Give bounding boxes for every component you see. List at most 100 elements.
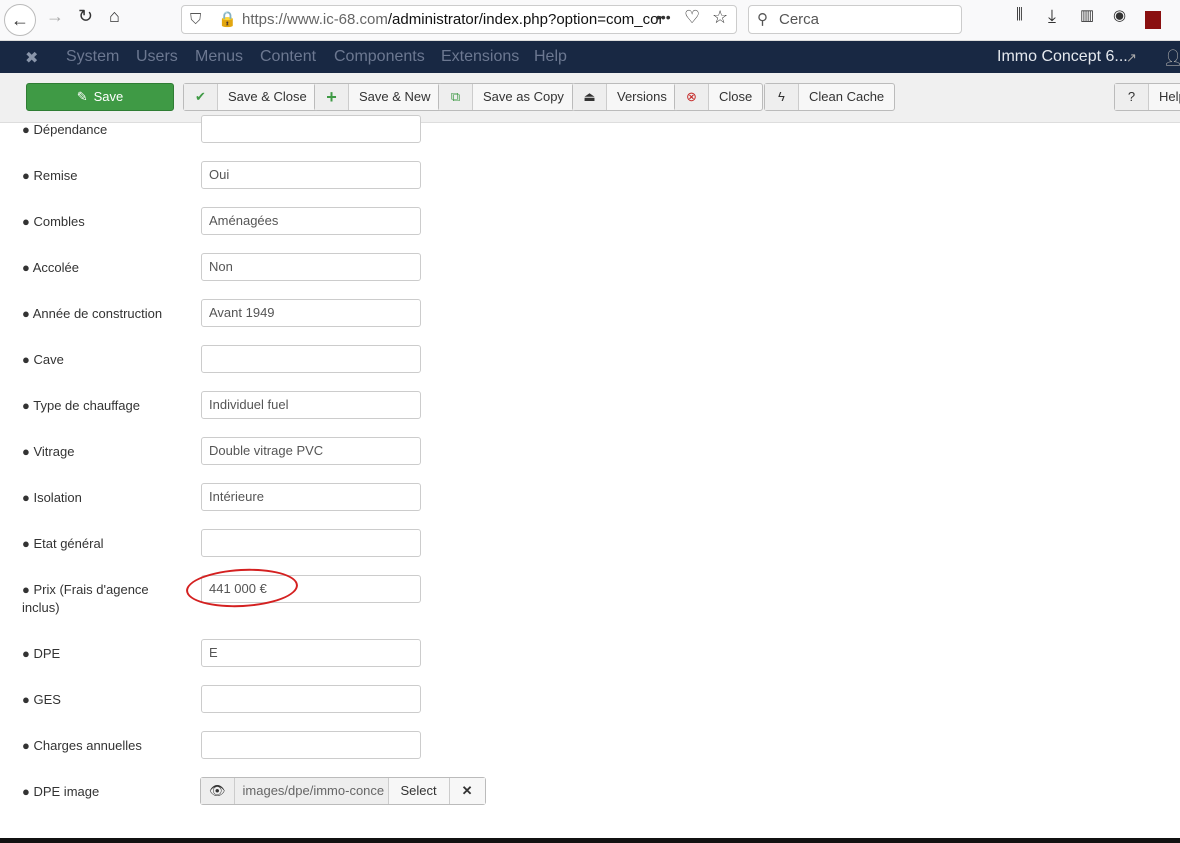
versions-button[interactable]: ⏏ Versions [572, 83, 678, 111]
field-input[interactable] [201, 731, 421, 759]
field-label-text: Année de construction [32, 306, 163, 321]
shield-icon: ⛉ [190, 11, 202, 28]
menu-help[interactable]: Help [534, 48, 567, 66]
field-label: ● Vitrage [22, 444, 75, 459]
field-label: ● Combles [22, 214, 85, 229]
save-close-button[interactable]: ✔ Save & Close [183, 83, 318, 111]
toolbar: ✎ Save ✔ Save & Close + Save & New ⧉ Save as… [0, 73, 1180, 123]
field-input[interactable]: Oui [201, 161, 421, 189]
field-label: ● Accolée [22, 260, 79, 275]
field-input[interactable]: Avant 1949 [201, 299, 421, 327]
account-icon[interactable]: ◉ [1113, 6, 1126, 24]
pocket-icon[interactable]: ♡ [684, 7, 700, 28]
save-new-button[interactable]: + Save & New [314, 83, 442, 111]
lightning-icon: ϟ [765, 84, 799, 110]
field-label-text: Combles [33, 214, 85, 229]
field-label: ● Cave [22, 352, 64, 367]
menu-users[interactable]: Users [136, 48, 178, 66]
field-label: ● Type de chauffage [22, 398, 140, 413]
url-host: https://www.ic-68.com [242, 11, 388, 28]
dpe-image-media-field: 👁︎ images/dpe/immo-conce Select ✕ [200, 777, 486, 805]
user-icon[interactable]: 👤︎ [1163, 48, 1180, 68]
field-label-text: Accolée [32, 260, 79, 275]
field-input[interactable] [201, 529, 421, 557]
save-button[interactable]: ✎ Save [26, 83, 174, 111]
field-input[interactable] [201, 685, 421, 713]
external-link-icon: ↗ [1126, 50, 1137, 65]
field-label-text: DPE [33, 646, 61, 661]
more-icon[interactable]: ••• [656, 9, 671, 25]
field-input[interactable]: Individuel fuel [201, 391, 421, 419]
field-label-text: Isolation [33, 490, 82, 505]
admin-navbar: ✖ System Users Menus Content Components … [0, 41, 1180, 73]
field-label: ● Remise [22, 168, 78, 183]
menu-extensions[interactable]: Extensions [441, 48, 519, 66]
search-input[interactable]: ⚲ Cerca [748, 5, 962, 34]
star-icon[interactable]: ☆ [712, 7, 728, 28]
edit-icon: ✎ [76, 89, 88, 104]
field-label: ● Charges annuelles [22, 738, 142, 753]
clear-icon[interactable]: ✕ [449, 778, 485, 804]
field-label-text: Remise [33, 168, 78, 183]
lock-icon: 🔒 [218, 11, 237, 28]
menu-menus[interactable]: Menus [195, 48, 243, 66]
site-link[interactable]: Immo Concept 6... [997, 48, 1128, 66]
menu-components[interactable]: Components [334, 48, 425, 66]
field-label: ● GES [22, 692, 61, 707]
field-input[interactable]: Double vitrage PVC [201, 437, 421, 465]
search-icon: ⚲ [757, 11, 768, 28]
pdf-icon[interactable] [1145, 11, 1161, 29]
search-placeholder: Cerca [779, 11, 820, 28]
download-icon[interactable]: ⤓ [1048, 6, 1056, 27]
cancel-icon: ⊗ [675, 84, 709, 110]
save-copy-button[interactable]: ⧉ Save as Copy [438, 83, 575, 111]
archive-icon: ⏏ [573, 84, 607, 110]
plus-icon: + [315, 84, 349, 110]
field-label-text: Charges annuelles [33, 738, 142, 753]
check-icon: ✔ [184, 84, 218, 110]
url-path: /administrator/index.php?option=com_cor [387, 11, 664, 28]
field-label: ● Dépendance [22, 122, 108, 137]
field-label: ● Isolation [22, 490, 82, 505]
select-button[interactable]: Select [388, 778, 450, 804]
field-label-text: Type de chauffage [33, 398, 140, 413]
back-button[interactable]: ← [4, 4, 36, 36]
field-input[interactable] [201, 115, 421, 143]
sidebar-icon[interactable]: ▥ [1080, 6, 1094, 24]
home-button[interactable]: ⌂ [109, 6, 120, 27]
menu-content[interactable]: Content [260, 48, 316, 66]
field-label-text: Prix (Frais d'agence inclus) [22, 582, 149, 615]
field-label-text: Dépendance [33, 122, 108, 137]
preview-eye-icon[interactable]: 👁︎ [201, 778, 235, 804]
field-input[interactable]: Non [201, 253, 421, 281]
copy-icon: ⧉ [439, 84, 473, 110]
field-input[interactable]: Intérieure [201, 483, 421, 511]
field-input[interactable]: E [201, 639, 421, 667]
field-label-text: Vitrage [33, 444, 75, 459]
field-label: ● Prix (Frais d'agence inclus) [22, 582, 149, 615]
field-input[interactable]: Aménagées [201, 207, 421, 235]
field-label: ● Année de construction [22, 306, 163, 321]
field-input[interactable]: 441 000 € [201, 575, 421, 603]
field-label-text: DPE image [33, 784, 100, 799]
field-label: ● DPE [22, 646, 61, 661]
help-button[interactable]: ?Help [1114, 83, 1180, 111]
field-label: ● Etat général [22, 536, 104, 551]
address-bar[interactable]: ⛉ 🔒 https://www.ic-68.com/administrator/… [181, 5, 737, 34]
field-label: ● DPE image [22, 784, 100, 799]
browser-chrome: ← → ↻ ⌂ ⛉ 🔒 https://www.ic-68.com/admini… [0, 0, 1180, 41]
joomla-logo-icon[interactable]: ✖ [25, 48, 38, 68]
field-input[interactable] [201, 345, 421, 373]
field-label-text: Cave [33, 352, 64, 367]
window-edge [0, 838, 1180, 843]
library-icon[interactable]: ⫼ [1016, 6, 1023, 23]
field-label-text: Etat général [33, 536, 104, 551]
close-button[interactable]: ⊗ Close [674, 83, 764, 111]
field-label-text: GES [33, 692, 61, 707]
menu-system[interactable]: System [66, 48, 119, 66]
clean-cache-button[interactable]: ϟ Clean Cache [764, 83, 896, 111]
question-icon: ? [1115, 84, 1149, 110]
reload-button[interactable]: ↻ [78, 6, 93, 27]
forward-button[interactable]: → [46, 6, 64, 27]
dpe-image-path: images/dpe/immo-conce [234, 778, 389, 804]
